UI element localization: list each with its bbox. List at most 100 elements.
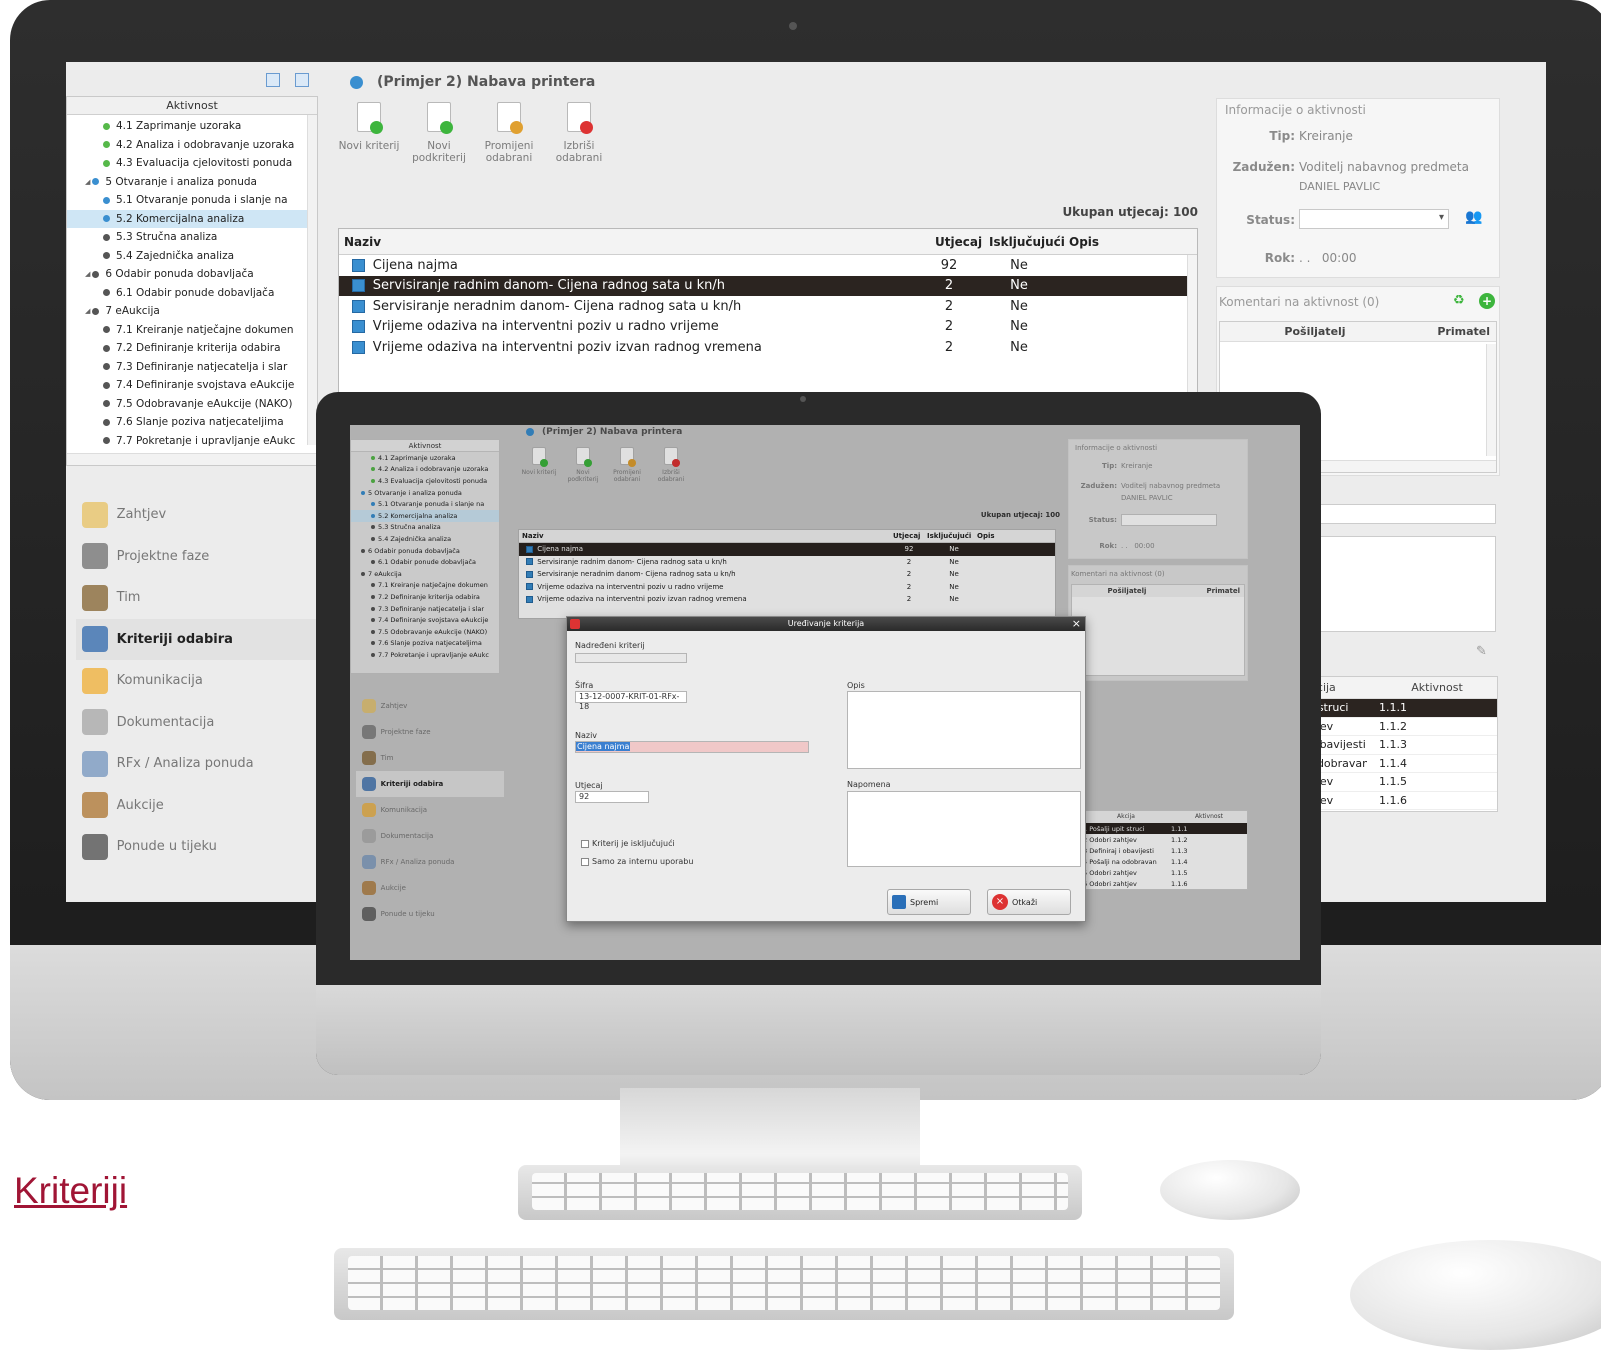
tree-item-label: 6 Odabir ponuda dobavljača — [105, 268, 254, 281]
cell-naziv: Cijena najma — [339, 258, 919, 273]
cell-aktivnost: 1.1.3 — [1379, 738, 1407, 752]
collapse-icon[interactable] — [295, 73, 310, 87]
cell-aktivnost: 1.1.2 — [1379, 719, 1407, 733]
cancel-button[interactable]: × Otkaži — [987, 889, 1071, 915]
refresh-icon[interactable]: ♻ — [1453, 293, 1465, 308]
tree-item[interactable]: 4.1 Zaprimanje uzoraka — [67, 117, 317, 136]
save-button[interactable]: Spremi — [887, 889, 971, 915]
status-dot-icon — [92, 307, 100, 315]
col-receiver: Primatel — [1437, 325, 1490, 338]
nav-label: Ponude u tijeku — [116, 839, 217, 855]
status-dot-icon — [103, 141, 110, 149]
table-row[interactable]: Servisiranje neradnim danom- Cijena radn… — [339, 296, 1197, 317]
tree-item[interactable]: 7.4 Definiranje svojstava eAukcije — [67, 376, 317, 395]
brush-icon — [82, 626, 108, 653]
expand-arrow-icon[interactable]: ◢ — [85, 270, 90, 278]
cell-naziv: Vrijeme odaziva na interventni poziv u r… — [339, 319, 919, 334]
toolbar-button[interactable]: Izbriši odabrani — [546, 102, 612, 164]
status-dot-icon — [103, 363, 110, 371]
expand-icon[interactable] — [266, 73, 280, 87]
status-select[interactable]: ▾ — [1299, 209, 1449, 229]
nav-item[interactable]: Aukcije — [76, 785, 318, 827]
cell-naziv-text: Cijena najma — [372, 257, 458, 273]
table-row[interactable]: Servisiranje radnim danom- Cijena radnog… — [339, 275, 1197, 296]
exclusive-checkbox-row[interactable]: Kriterij je isključujući — [581, 839, 675, 848]
nav-item[interactable]: Komunikacija — [76, 660, 318, 702]
tree-item[interactable]: 5.3 Stručna analiza — [67, 228, 317, 247]
tree-item[interactable]: 7.7 Pokretanje i upravljanje eAukc — [67, 432, 317, 451]
add-comment-icon[interactable]: + — [1479, 293, 1495, 309]
internal-checkbox-row[interactable]: Samo za internu uporabu — [581, 857, 693, 866]
tree-item[interactable]: 6.1 Odabir ponude dobavljača — [67, 284, 317, 303]
toolbar-label: Promijeni — [484, 140, 534, 152]
edit-icon[interactable]: ✎ — [1476, 644, 1487, 659]
cell-utjecaj: 2 — [944, 278, 954, 294]
zaduzen-person: DANIEL PAVLIC — [1299, 180, 1381, 193]
toolbar-button[interactable]: Promijeni odabrani — [476, 102, 542, 164]
tree-hscrollbar[interactable] — [67, 453, 317, 465]
table-row[interactable]: Cijena najma 92 Ne — [339, 255, 1197, 276]
status-dot-icon — [103, 252, 110, 260]
exclusive-checkbox[interactable] — [581, 839, 589, 848]
status-dot-icon — [103, 196, 110, 204]
nav-item[interactable]: Projektne faze — [76, 536, 318, 578]
nav-item[interactable]: Kriteriji odabira — [76, 618, 318, 660]
grid-scrollbar[interactable] — [1187, 255, 1197, 405]
note-textarea[interactable] — [847, 791, 1081, 867]
comments-scrollbar[interactable] — [1486, 344, 1496, 456]
tree-item[interactable]: 7.1 Kreiranje natječajne dokumen — [67, 321, 317, 340]
parent-select[interactable] — [575, 653, 687, 663]
criteria-grid: Naziv Utjecaj Isključujući Opis Cijena n… — [338, 228, 1198, 408]
toolbar-label: Novi kriterij — [338, 140, 400, 152]
toolbar-button[interactable]: Novi kriterij — [336, 102, 402, 164]
table-row[interactable]: Vrijeme odaziva na interventni poziv u r… — [339, 317, 1197, 338]
table-row[interactable]: Vrijeme odaziva na interventni poziv izv… — [339, 337, 1197, 358]
expand-arrow-icon[interactable]: ◢ — [85, 307, 90, 315]
tree-item[interactable]: 7.3 Definiranje natjecatelja i slar — [67, 358, 317, 377]
tree-scrollbar[interactable] — [307, 115, 317, 445]
tree-item[interactable]: 5.1 Otvaranje ponuda i slanje na — [67, 191, 317, 210]
tree-item[interactable]: 5.4 Zajednička analiza — [67, 247, 317, 266]
internal-checkbox[interactable] — [581, 857, 589, 866]
impact-input[interactable]: 92 — [575, 791, 649, 803]
desc-textarea[interactable] — [847, 691, 1081, 769]
status-dot-icon — [103, 344, 110, 352]
name-label: Naziv — [575, 731, 598, 740]
nav-item[interactable]: Ponude u tijeku — [76, 826, 318, 868]
close-icon[interactable]: × — [1072, 617, 1081, 631]
code-input[interactable]: 13-12-0007-KRIT-01-RFx-18 — [575, 691, 687, 711]
criterion-icon — [352, 279, 365, 293]
note-label: Napomena — [847, 780, 891, 789]
cell-aktivnost: 1.1.1 — [1379, 701, 1407, 715]
parent-label: Nadređeni kriterij — [575, 641, 645, 650]
tree-item[interactable]: 7.2 Definiranje kriterija odabira — [67, 339, 317, 358]
tree-item[interactable]: ◢ 5 Otvaranje i analiza ponuda — [67, 173, 317, 192]
tree-item[interactable]: ◢ 7 eAukcija — [67, 302, 317, 321]
nav-item[interactable]: Tim — [76, 577, 318, 619]
cell-naziv: Servisiranje radnim danom- Cijena radnog… — [339, 278, 919, 293]
tip-value: Kreiranje — [1299, 129, 1353, 143]
toolbar-button[interactable]: Novi podkriterij — [406, 102, 472, 164]
nav-item[interactable]: Dokumentacija — [76, 702, 318, 744]
text-area[interactable] — [1296, 536, 1496, 632]
tree-item[interactable]: 4.3 Evaluacija cjelovitosti ponuda — [67, 154, 317, 173]
panel-tool-icons — [266, 72, 310, 91]
tree-item[interactable]: ◢ 6 Odabir ponuda dobavljača — [67, 265, 317, 284]
kriteriji-link[interactable]: Kriteriji — [14, 1170, 127, 1212]
nav-item[interactable]: Zahtjev — [76, 494, 318, 536]
expand-arrow-icon[interactable]: ◢ — [85, 178, 90, 186]
status-dot-icon — [92, 270, 100, 278]
nav-label: Komunikacija — [116, 673, 203, 689]
tree-item-label: 4.1 Zaprimanje uzoraka — [116, 120, 242, 133]
name-input[interactable]: Cijena najma — [575, 741, 809, 753]
users-icon[interactable]: 👥 — [1465, 209, 1482, 225]
tree-item-label: 7.1 Kreiranje natječajne dokumen — [116, 323, 294, 336]
tree-item[interactable]: 7.5 Odobravanje eAukcije (NAKO) — [67, 395, 317, 414]
grid-header: Naziv Utjecaj Isključujući Opis — [339, 229, 1197, 255]
text-field[interactable] — [1296, 504, 1496, 524]
tree-item[interactable]: 5.2 Komercijalna analiza — [67, 209, 317, 228]
toolbar-label: Novi — [427, 140, 451, 152]
nav-item[interactable]: RFx / Analiza ponuda — [76, 743, 318, 785]
tree-item[interactable]: 7.6 Slanje poziva natjecateljima — [67, 413, 317, 432]
tree-item[interactable]: 4.2 Analiza i odobravanje uzoraka — [67, 136, 317, 155]
